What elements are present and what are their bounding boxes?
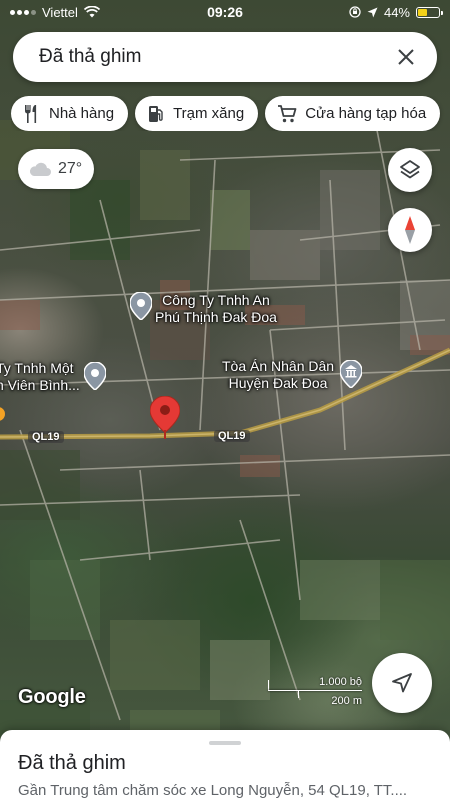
rotation-lock-icon [349, 6, 361, 18]
close-icon [398, 49, 414, 65]
poi-label-line: n Viên Bình... [0, 377, 80, 393]
scale-metric: 200 m [331, 695, 362, 707]
close-button[interactable] [391, 42, 421, 72]
poi-label-toa-an[interactable]: Tòa Án Nhân Dân Huyện Đak Đoa [222, 358, 334, 392]
road-shield-ql19: QL19 [28, 431, 64, 443]
scale-imperial: 1.000 bộ [319, 676, 362, 688]
map-scale: 1.000 bộ 200 m [268, 676, 364, 710]
chip-gas-stations[interactable]: Trạm xăng [135, 96, 259, 131]
poi-label-line: Huyện Đak Đoa [228, 375, 328, 391]
temperature: 27° [58, 160, 83, 177]
compass-icon [405, 216, 415, 244]
fork-knife-icon [25, 104, 37, 123]
signal-icon [10, 9, 36, 15]
battery-icon [416, 6, 443, 18]
location-arrow-icon [367, 7, 378, 17]
wifi-icon [83, 6, 100, 18]
poi-label-vien-binh[interactable]: Ty Tnhh Một n Viên Bình... [0, 360, 80, 394]
chip-label: Nhà hàng [49, 105, 115, 122]
road-shield-ql19: QL19 [214, 430, 250, 442]
layers-button[interactable] [388, 148, 432, 192]
chip-grocery[interactable]: Cửa hàng tạp hóa [265, 96, 441, 131]
layers-icon [400, 160, 420, 179]
poi-label-line: Ty Tnhh Một [0, 360, 74, 376]
search-query[interactable]: Đã thả ghim [39, 46, 391, 68]
chip-label: Trạm xăng [173, 105, 245, 122]
chip-restaurants[interactable]: Nhà hàng [11, 96, 129, 131]
google-logo: Google [18, 686, 86, 708]
carrier-name: Viettel [42, 4, 78, 20]
search-bar[interactable]: Đã thả ghim [13, 32, 437, 82]
battery-percent: 44% [383, 4, 410, 20]
my-location-button[interactable] [372, 653, 432, 713]
cart-icon [278, 104, 297, 122]
cloud-icon [29, 162, 51, 176]
poi-label-line: Công Ty Tnhh An [162, 292, 270, 308]
category-chips: Nhà hàng Trạm xăng Cửa hàng tạp hóa [11, 96, 450, 131]
bottom-sheet[interactable]: Đã thả ghim Gần Trung tâm chăm sóc xe Lo… [0, 730, 450, 800]
navigation-arrow-icon [392, 673, 412, 693]
poi-label-line: Tòa Án Nhân Dân [222, 358, 335, 374]
gas-station-icon [149, 105, 163, 122]
poi-label-an-phu-thinh[interactable]: Công Ty Tnhh An Phú Thịnh Đak Đoa [155, 292, 277, 326]
drag-handle[interactable] [209, 741, 241, 745]
place-address: Gần Trung tâm chăm sóc xe Long Nguyễn, 5… [18, 782, 408, 799]
compass-button[interactable] [388, 208, 432, 252]
place-title: Đã thả ghim [18, 752, 126, 774]
chip-label: Cửa hàng tạp hóa [305, 105, 427, 122]
status-bar: Viettel 09:26 44% [0, 0, 450, 24]
weather-widget[interactable]: 27° [18, 149, 94, 189]
poi-label-line: Phú Thịnh Đak Đoa [155, 309, 277, 325]
